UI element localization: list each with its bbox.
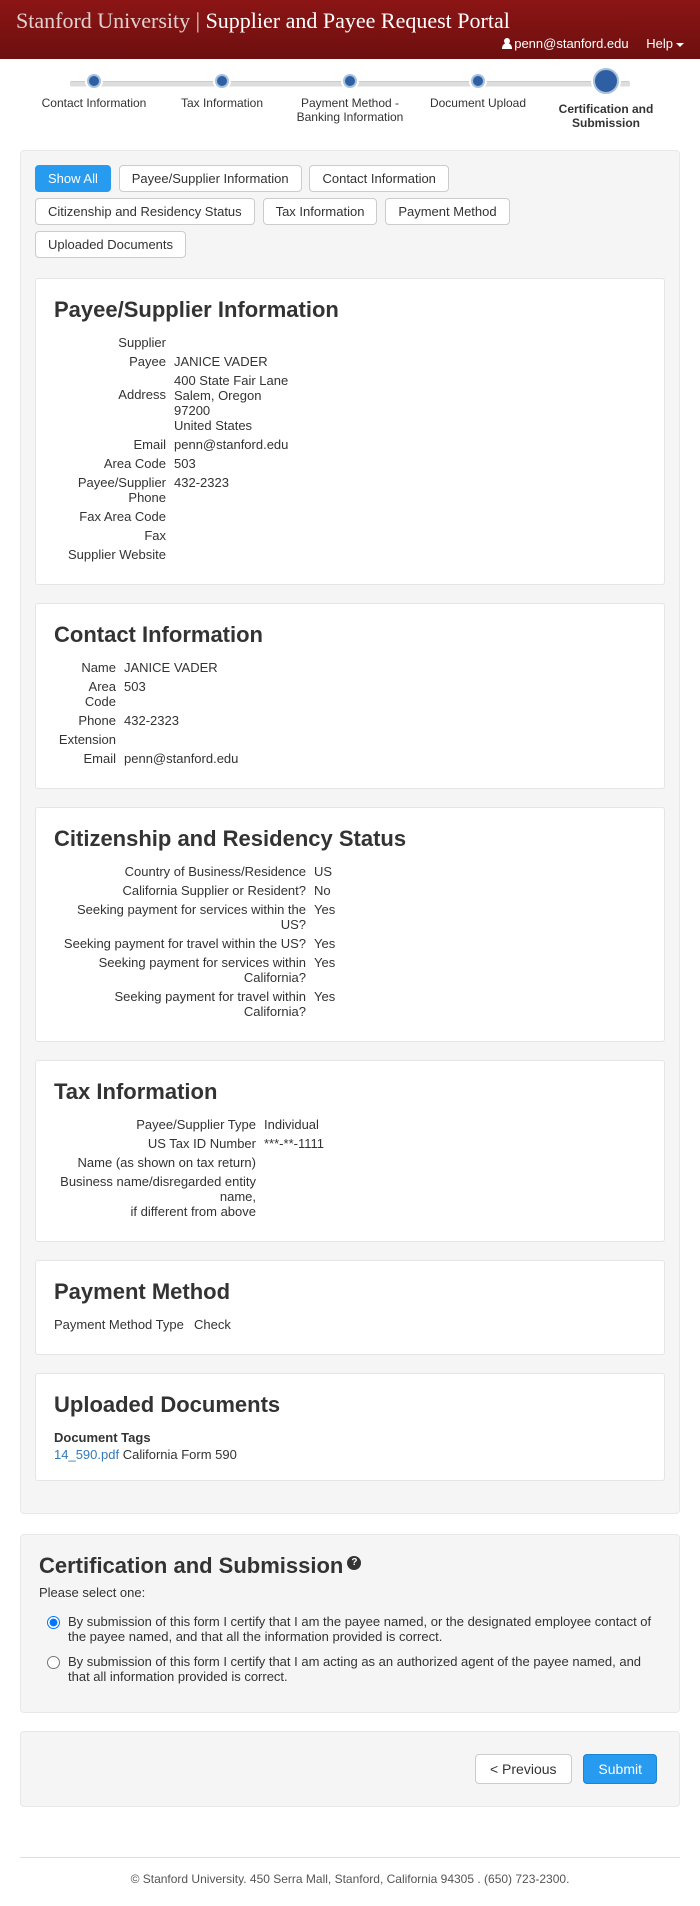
- previous-button[interactable]: < Previous: [475, 1754, 572, 1784]
- document-link[interactable]: 14_590.pdf: [54, 1447, 119, 1462]
- progress-stepper: Contact Information Tax Information Paym…: [0, 59, 700, 130]
- section-tax: Tax Information Payee/Supplier TypeIndiv…: [35, 1060, 665, 1242]
- certification-title: Certification and Submission?: [39, 1553, 661, 1579]
- tab-show-all[interactable]: Show All: [35, 165, 111, 192]
- footer-divider: [20, 1857, 680, 1858]
- form-actions: < Previous Submit: [20, 1731, 680, 1807]
- section-title: Citizenship and Residency Status: [54, 826, 646, 852]
- submit-button[interactable]: Submit: [583, 1754, 657, 1784]
- section-title: Contact Information: [54, 622, 646, 648]
- person-icon: [502, 38, 512, 48]
- tab-payee-supplier[interactable]: Payee/Supplier Information: [119, 165, 302, 192]
- tab-contact[interactable]: Contact Information: [309, 165, 448, 192]
- step-certification[interactable]: Certification and Submission: [542, 71, 670, 130]
- cert-option-2[interactable]: By submission of this form I certify tha…: [39, 1654, 661, 1684]
- section-title: Tax Information: [54, 1079, 646, 1105]
- section-title: Uploaded Documents: [54, 1392, 646, 1418]
- page-footer: © Stanford University. 450 Serra Mall, S…: [0, 1872, 700, 1906]
- section-tabs: Show All Payee/Supplier Information Cont…: [35, 165, 665, 264]
- cert-option-1[interactable]: By submission of this form I certify tha…: [39, 1614, 661, 1644]
- cert-radio-1[interactable]: [47, 1616, 60, 1629]
- section-title: Payment Method: [54, 1279, 646, 1305]
- step-tax[interactable]: Tax Information: [158, 71, 286, 110]
- section-payment-method: Payment Method Payment Method TypeCheck: [35, 1260, 665, 1355]
- help-icon[interactable]: ?: [347, 1556, 361, 1570]
- portal-name: Supplier and Payee Request Portal: [206, 8, 510, 33]
- tab-citizenship[interactable]: Citizenship and Residency Status: [35, 198, 255, 225]
- step-document-upload[interactable]: Document Upload: [414, 71, 542, 110]
- document-tags-header: Document Tags: [54, 1430, 646, 1445]
- cert-radio-2[interactable]: [47, 1656, 60, 1669]
- step-contact[interactable]: Contact Information: [30, 71, 158, 110]
- org-name: Stanford University: [16, 8, 190, 33]
- tab-uploaded-docs[interactable]: Uploaded Documents: [35, 231, 186, 258]
- section-uploaded-documents: Uploaded Documents Document Tags 14_590.…: [35, 1373, 665, 1481]
- section-contact: Contact Information NameJANICE VADER Are…: [35, 603, 665, 789]
- user-link[interactable]: penn@stanford.edu: [502, 36, 628, 51]
- app-header: Stanford University | Supplier and Payee…: [0, 0, 700, 59]
- certification-subtitle: Please select one:: [39, 1585, 661, 1600]
- help-menu[interactable]: Help: [646, 36, 684, 51]
- tab-payment-method[interactable]: Payment Method: [385, 198, 509, 225]
- tab-tax[interactable]: Tax Information: [263, 198, 378, 225]
- section-payee-supplier: Payee/Supplier Information Supplier Paye…: [35, 278, 665, 585]
- header-title: Stanford University | Supplier and Payee…: [16, 8, 684, 34]
- certification-panel: Certification and Submission? Please sel…: [20, 1534, 680, 1713]
- summary-panel: Show All Payee/Supplier Information Cont…: [20, 150, 680, 1514]
- step-payment-method[interactable]: Payment Method - Banking Information: [286, 71, 414, 124]
- section-citizenship: Citizenship and Residency Status Country…: [35, 807, 665, 1042]
- chevron-down-icon: [676, 43, 684, 47]
- section-title: Payee/Supplier Information: [54, 297, 646, 323]
